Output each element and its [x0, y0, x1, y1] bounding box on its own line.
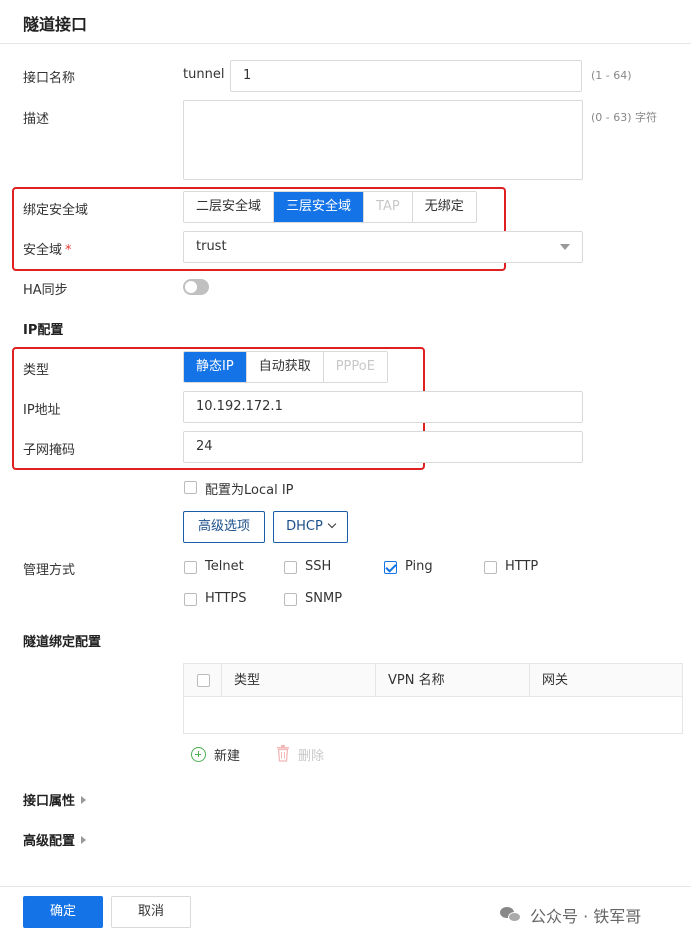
- dhcp-button-label: DHCP: [286, 519, 323, 534]
- interface-props-toggle[interactable]: 接口属性: [23, 790, 87, 809]
- name-hint: (1 - 64): [591, 69, 632, 82]
- caret-right-icon: [81, 836, 87, 844]
- ip-config-section-title: IP配置: [23, 323, 64, 338]
- interface-name-input[interactable]: 1: [230, 60, 582, 92]
- name-label: 接口名称: [23, 71, 76, 86]
- ip-type-option-auto[interactable]: 自动获取: [246, 352, 324, 382]
- column-divider: [375, 664, 376, 697]
- ok-button[interactable]: 确定: [23, 896, 103, 928]
- snmp-label: SNMP: [305, 591, 343, 606]
- watermark: 公众号 · 铁军哥: [500, 903, 641, 927]
- watermark-text: 公众号 · 铁军哥: [530, 907, 642, 926]
- cancel-button[interactable]: 取消: [111, 896, 191, 928]
- ip-type-segmented: 静态IP 自动获取 PPPoE: [183, 351, 388, 383]
- dialog-header: 隧道接口: [0, 0, 691, 44]
- delete-button: 删除: [298, 749, 325, 764]
- ssh-label: SSH: [305, 559, 332, 574]
- snmp-checkbox[interactable]: [284, 593, 297, 606]
- netmask-label: 子网掩码: [23, 443, 76, 458]
- bind-zone-option-none[interactable]: 无绑定: [412, 192, 476, 222]
- wechat-icon: [500, 906, 522, 924]
- ping-checkbox[interactable]: [384, 561, 397, 574]
- description-textarea[interactable]: [183, 100, 583, 180]
- column-divider: [529, 664, 530, 697]
- ha-sync-toggle[interactable]: [183, 279, 209, 295]
- ssh-checkbox[interactable]: [284, 561, 297, 574]
- ip-type-option-static[interactable]: 静态IP: [184, 352, 247, 382]
- https-checkbox[interactable]: [184, 593, 197, 606]
- description-hint: (0 - 63) 字符: [591, 111, 658, 124]
- required-mark: *: [65, 243, 72, 258]
- chevron-down-icon: [327, 519, 337, 529]
- management-label: 管理方式: [23, 563, 76, 578]
- netmask-input[interactable]: 24: [183, 431, 583, 463]
- trash-icon: [277, 745, 289, 762]
- advanced-config-toggle[interactable]: 高级配置: [23, 830, 87, 849]
- column-gateway: 网关: [542, 673, 569, 688]
- column-type: 类型: [234, 673, 261, 688]
- description-label: 描述: [23, 112, 50, 127]
- column-divider: [221, 664, 222, 697]
- page-title: 隧道接口: [23, 15, 88, 34]
- caret-right-icon: [81, 796, 87, 804]
- zone-label-text: 安全域: [23, 243, 63, 258]
- zone-select-value: trust: [196, 239, 227, 254]
- telnet-checkbox[interactable]: [184, 561, 197, 574]
- https-label: HTTPS: [205, 591, 247, 606]
- bind-zone-option-tap: TAP: [364, 192, 413, 222]
- ip-address-label: IP地址: [23, 403, 61, 418]
- add-button[interactable]: 新建: [214, 745, 240, 764]
- bind-zone-label: 绑定安全域: [23, 203, 89, 218]
- table-header: 类型 VPN 名称 网关: [184, 664, 682, 697]
- ping-label: Ping: [405, 559, 433, 574]
- add-icon[interactable]: [191, 747, 206, 762]
- bind-zone-segmented: 二层安全域 三层安全域 TAP 无绑定: [183, 191, 477, 223]
- tunnel-binding-section-title: 隧道绑定配置: [23, 635, 102, 650]
- http-label: HTTP: [505, 559, 539, 574]
- column-vpn-name: VPN 名称: [388, 673, 445, 688]
- zone-label: 安全域 *: [23, 239, 72, 258]
- select-all-checkbox[interactable]: [197, 674, 210, 687]
- local-ip-label: 配置为Local IP: [205, 483, 294, 498]
- advanced-config-label: 高级配置: [23, 834, 76, 849]
- ip-type-label: 类型: [23, 363, 50, 378]
- caret-down-icon: [560, 244, 570, 250]
- name-prefix: tunnel: [183, 67, 225, 82]
- bind-zone-option-l3[interactable]: 三层安全域: [274, 192, 365, 222]
- zone-select[interactable]: trust: [183, 231, 583, 263]
- http-checkbox[interactable]: [484, 561, 497, 574]
- telnet-label: Telnet: [205, 559, 244, 574]
- ha-sync-label: HA同步: [23, 283, 68, 298]
- bind-zone-option-l2[interactable]: 二层安全域: [184, 192, 275, 222]
- advanced-options-button[interactable]: 高级选项: [183, 511, 265, 543]
- interface-props-label: 接口属性: [23, 794, 76, 809]
- dialog-footer: 确定 取消 公众号 · 铁军哥: [0, 886, 691, 940]
- ip-address-input[interactable]: 10.192.172.1: [183, 391, 583, 423]
- local-ip-checkbox[interactable]: [184, 481, 197, 494]
- dhcp-dropdown-button[interactable]: DHCP: [273, 511, 348, 543]
- ip-type-option-pppoe: PPPoE: [323, 352, 387, 382]
- tunnel-binding-table: 类型 VPN 名称 网关: [183, 663, 683, 734]
